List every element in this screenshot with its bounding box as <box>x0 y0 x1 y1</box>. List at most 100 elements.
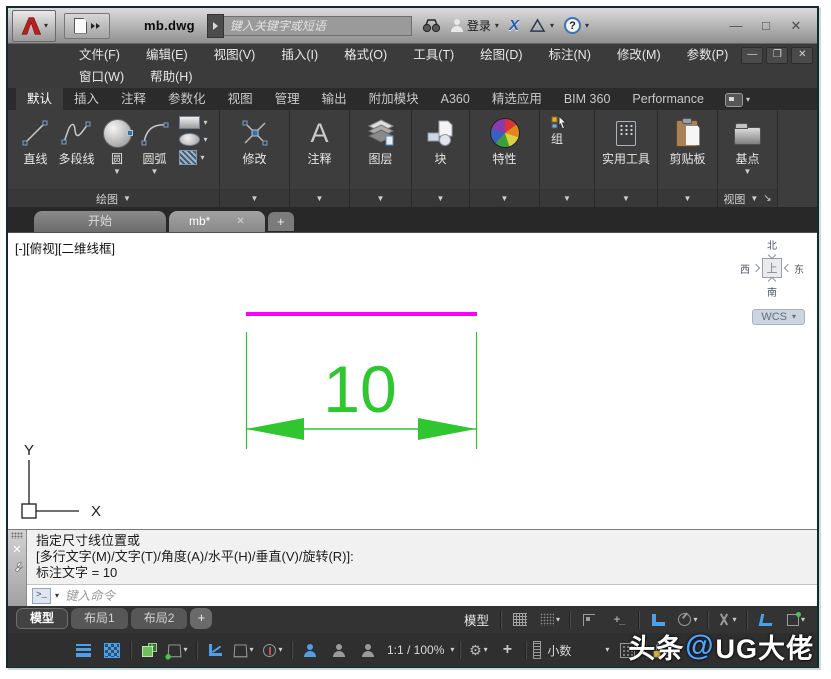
clipboard-panel-footer[interactable]: ▼ <box>658 189 717 207</box>
grid-display-toggle[interactable] <box>507 609 533 631</box>
drawing-entities[interactable]: 10 Y X <box>8 233 817 528</box>
ribbon-tab-a360[interactable]: A360 <box>430 88 481 110</box>
menu-tools[interactable]: 工具(T) <box>400 44 467 66</box>
ribbon-tab-output[interactable]: 输出 <box>311 88 358 110</box>
annotate-button[interactable]: A 注释 <box>304 113 334 168</box>
arc-button[interactable]: 圆弧 ▼ <box>137 113 173 178</box>
dim-arrow-left[interactable] <box>246 418 304 440</box>
command-input[interactable] <box>63 588 817 604</box>
menu-help[interactable]: 帮助(H) <box>137 66 205 88</box>
circle-button[interactable]: 圆 ▼ <box>100 113 135 178</box>
annotation-autoscale-toggle[interactable] <box>326 639 352 661</box>
infer-constraints-toggle[interactable] <box>576 609 602 631</box>
annotation-scale-caret-icon[interactable]: ▾ <box>450 646 454 654</box>
sign-in-button[interactable]: 登录 ▾ <box>451 17 499 34</box>
utilities-button[interactable]: 实用工具 <box>599 113 653 168</box>
annotate-panel-footer[interactable]: ▼ <box>290 189 349 207</box>
quick-access-toolbar[interactable] <box>64 13 110 39</box>
command-close-icon[interactable]: ✕ <box>12 544 21 556</box>
model-space-button[interactable]: 模型 <box>459 610 494 629</box>
minimize-button[interactable]: — <box>721 8 751 43</box>
block-button[interactable]: 块 <box>423 113 459 168</box>
compass-south[interactable]: 南 <box>767 284 777 299</box>
ribbon-tab-view[interactable]: 视图 <box>217 88 264 110</box>
line-button[interactable]: 直线 <box>17 113 53 168</box>
compass-north[interactable]: 北 <box>767 237 777 252</box>
annotation-scale-sync-toggle[interactable] <box>355 639 381 661</box>
modify-panel-footer[interactable]: ▼ <box>220 189 289 207</box>
annotation-monitor-button[interactable]: + <box>494 639 520 661</box>
drawing-canvas[interactable]: 10 Y X [-][俯视][二维线框] 北 西 上 东 南 <box>8 232 817 529</box>
properties-button[interactable]: 特性 <box>487 113 523 168</box>
group-button[interactable]: 组 <box>548 113 572 148</box>
help-button[interactable]: ? ▾ <box>564 17 589 34</box>
file-tab-start[interactable]: 开始 <box>34 211 166 232</box>
menu-draw[interactable]: 绘图(D) <box>467 44 535 66</box>
draw-panel-footer[interactable]: 绘图 ▼ <box>8 189 219 207</box>
properties-panel-footer[interactable]: ▼ <box>470 189 539 207</box>
file-tab-close-icon[interactable]: ✕ <box>236 211 244 232</box>
menu-format[interactable]: 格式(O) <box>331 44 400 66</box>
snap-mode-toggle[interactable]: ▾ <box>537 609 563 631</box>
ribbon-tab-home[interactable]: 默认 <box>16 88 63 110</box>
compass-east[interactable]: 东 <box>794 261 804 276</box>
layers-panel-footer[interactable]: ▼ <box>350 189 411 207</box>
hatch-button[interactable]: ▾ <box>179 150 208 165</box>
compass-top-face[interactable]: 上 <box>762 258 782 278</box>
ribbon-tab-annotate[interactable]: 注释 <box>110 88 157 110</box>
dynamic-ucs-toggle[interactable] <box>202 639 228 661</box>
menu-window[interactable]: 窗口(W) <box>66 66 137 88</box>
search-go-button[interactable] <box>207 14 224 38</box>
magenta-line-entity[interactable] <box>246 312 477 316</box>
menu-dimension[interactable]: 标注(N) <box>536 44 604 66</box>
menu-parametric[interactable]: 参数(P) <box>674 44 742 66</box>
ribbon-tab-parametric[interactable]: 参数化 <box>157 88 217 110</box>
ribbon-tab-performance[interactable]: Performance <box>621 88 715 110</box>
transparency-toggle[interactable] <box>99 639 125 661</box>
menu-view[interactable]: 视图(V) <box>201 44 269 66</box>
command-recent-caret-icon[interactable]: ▾ <box>55 592 59 600</box>
dim-text[interactable]: 10 <box>323 352 396 426</box>
doc-close-button[interactable]: ✕ <box>791 47 813 64</box>
a360-button[interactable]: ▾ <box>529 18 554 33</box>
compass-west[interactable]: 西 <box>740 261 750 276</box>
polyline-button[interactable]: 多段线 <box>55 113 97 168</box>
ribbon-tab-featured-apps[interactable]: 精选应用 <box>481 88 553 110</box>
menu-file[interactable]: 文件(F) <box>66 44 133 66</box>
file-tab-mb[interactable]: mb* ✕ <box>169 211 265 232</box>
annotation-visibility-toggle[interactable] <box>297 639 323 661</box>
maximize-button[interactable]: □ <box>751 8 781 43</box>
workspace-switching-button[interactable]: ⚙ ▾ <box>465 639 491 661</box>
ribbon-tab-addins[interactable]: 附加模块 <box>358 88 430 110</box>
new-drawing-tab-button[interactable]: + <box>268 212 294 231</box>
group-panel-footer[interactable]: ▼ <box>540 189 594 207</box>
menu-insert[interactable]: 插入(I) <box>268 44 331 66</box>
ribbon-display-toggle[interactable]: ▾ <box>725 93 750 107</box>
utilities-panel-footer[interactable]: ▼ <box>595 189 657 207</box>
ribbon-tab-bim360[interactable]: BIM 360 <box>553 88 622 110</box>
wcs-dropdown[interactable]: WCS ▾ <box>752 309 805 325</box>
close-button[interactable]: ✕ <box>781 8 811 43</box>
rectangle-button[interactable]: ▾ <box>179 116 208 129</box>
modify-button[interactable]: 修改 <box>237 113 273 168</box>
gizmo-toggle[interactable]: ▾ <box>260 639 286 661</box>
ribbon-tab-manage[interactable]: 管理 <box>264 88 311 110</box>
exchange-apps-button[interactable]: X <box>509 17 519 34</box>
selection-cycling-toggle[interactable]: + <box>136 639 162 661</box>
new-layout-button[interactable]: + <box>190 608 212 629</box>
search-input[interactable] <box>224 16 412 36</box>
ribbon-tab-insert[interactable]: 插入 <box>63 88 110 110</box>
lineweight-toggle[interactable] <box>70 639 96 661</box>
search-button[interactable] <box>422 18 441 33</box>
ellipse-button[interactable]: ▾ <box>179 133 208 146</box>
block-panel-footer[interactable]: ▼ <box>412 189 469 207</box>
tab-model[interactable]: 模型 <box>16 608 68 629</box>
navigation-compass[interactable]: 北 西 上 东 南 <box>737 237 807 299</box>
clipboard-button[interactable]: 剪贴板 <box>666 113 708 168</box>
selection-filter-toggle[interactable]: ▾ <box>231 639 257 661</box>
dim-arrow-right[interactable] <box>418 418 476 440</box>
tab-layout1[interactable]: 布局1 <box>71 608 128 629</box>
tab-layout2[interactable]: 布局2 <box>131 608 188 629</box>
application-menu-button[interactable]: ▾ <box>12 10 56 42</box>
viewport-controls-label[interactable]: [-][俯视][二维线框] <box>15 238 115 257</box>
